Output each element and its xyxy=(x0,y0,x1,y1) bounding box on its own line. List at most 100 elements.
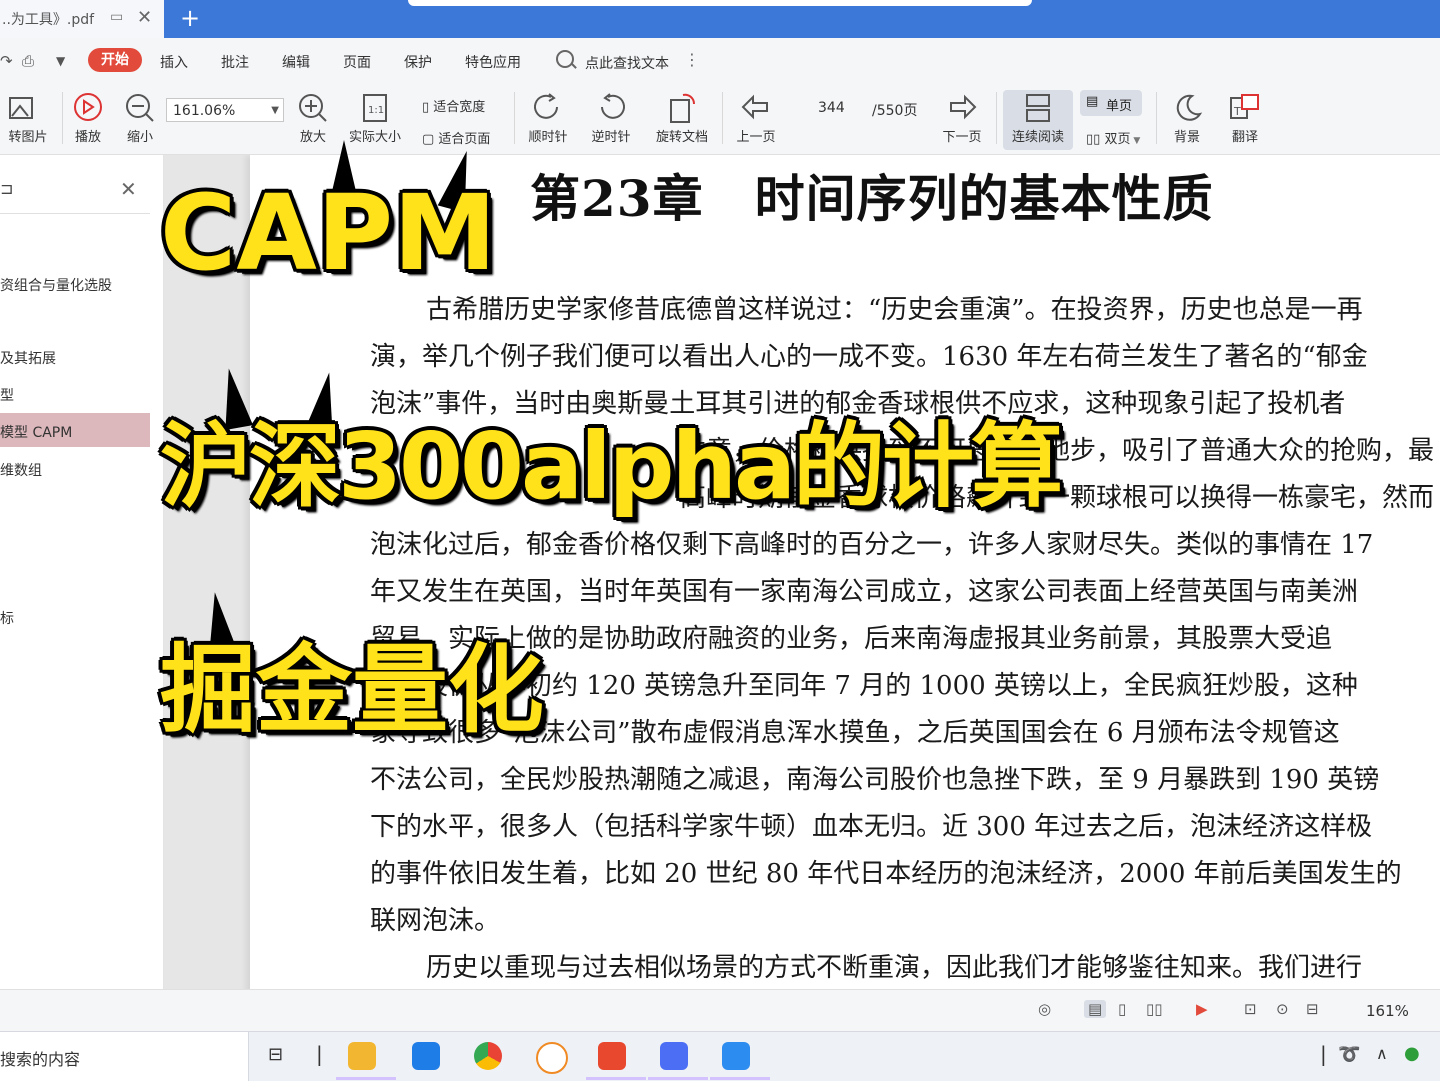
double-mode-icon[interactable]: ▯▯ xyxy=(1146,1000,1163,1018)
overlay-title-alpha: 沪深300alpha的计算 xyxy=(160,413,1063,520)
wps-icon[interactable] xyxy=(660,1042,688,1070)
fit-width-icon[interactable]: ⊟ xyxy=(1306,1000,1319,1018)
actual-size-icon[interactable]: ⊡ xyxy=(1244,1000,1257,1018)
file-explorer-icon[interactable] xyxy=(348,1042,376,1070)
zoom-out-label: 缩小 xyxy=(126,130,153,145)
chevron-down-icon: ▼ xyxy=(271,105,279,116)
translate-button[interactable]: T 翻译 xyxy=(1222,92,1268,145)
pad-icon[interactable]: ▭ xyxy=(110,9,123,25)
outline-sidebar: ⊐ ✕ 资组合与量化选股 及其拓展 型 模型 CAPM 维数组 标 xyxy=(0,155,164,989)
moon-icon xyxy=(1176,94,1203,121)
menu-annotate[interactable]: 批注 xyxy=(221,52,249,72)
more-icon[interactable]: ⋮ xyxy=(684,50,700,69)
paragraph-line: 演，举几个例子我们便可以看出人心的一成不变。1630 年左右荷兰发生了著名的“郁… xyxy=(370,342,1368,372)
redo-icon[interactable]: ↷ xyxy=(0,52,13,70)
outline-item-active[interactable]: 模型 CAPM xyxy=(0,422,72,442)
taskbar-search-placeholder: 搜索的内容 xyxy=(0,1050,81,1069)
prev-page-label: 上一页 xyxy=(736,130,776,145)
taskbar-search[interactable]: 搜索的内容 xyxy=(0,1032,249,1081)
single-mode-icon[interactable]: ▯ xyxy=(1118,1000,1126,1018)
continuous-mode-icon[interactable]: ▤ xyxy=(1084,1000,1107,1018)
overlay-title-capm: CAPM xyxy=(160,172,497,294)
fit-page-icon: ▢ xyxy=(422,132,439,147)
rotate-counterclockwise-icon xyxy=(601,93,625,119)
menu-features[interactable]: 特色应用 xyxy=(465,52,521,72)
paragraph-line: 下的水平，很多人（包括科学家牛顿）血本无归。近 300 年过去之后，泡沫经济这样… xyxy=(370,812,1373,842)
prev-page-button[interactable]: 上一页 xyxy=(730,92,782,145)
svg-text:1:1: 1:1 xyxy=(368,105,384,116)
double-page-button[interactable]: ▯▯ 双页 ▼ xyxy=(1086,128,1140,147)
paragraph-line: 的事件依旧发生着，比如 20 世纪 80 年代日本经历的泡沫经济，2000 年前… xyxy=(370,859,1402,889)
actual-size-button[interactable]: 1:1 实际大小 xyxy=(342,92,408,145)
save-icon[interactable]: ⎙ xyxy=(22,52,34,70)
outline-item[interactable]: 维数组 xyxy=(0,460,42,480)
menu-start[interactable]: 开始 xyxy=(88,48,142,72)
chevron-up-icon[interactable]: ∧ xyxy=(1376,1044,1388,1063)
play-icon[interactable]: ▶ xyxy=(1196,1000,1208,1018)
menu-bar: ↷ ⎙ ▼ 开始 插入 批注 编辑 页面 保护 特色应用 点此查找文本 ⋮ xyxy=(0,38,1440,82)
continuous-read-button[interactable]: 连续阅读 xyxy=(1003,90,1073,150)
paragraph-line: 联网泡沫。 xyxy=(370,906,501,936)
paragraph-line: 不法公司，全民炒股热潮随之减退，南海公司股价也急挫下跌，至 9 月暴跌到 190… xyxy=(370,765,1380,795)
divider xyxy=(722,92,723,144)
fit-width-button[interactable]: ▯ 适合宽度 xyxy=(422,96,485,115)
new-tab-button[interactable]: + xyxy=(180,4,200,32)
fit-page-button[interactable]: ▢ 适合页面 xyxy=(422,128,490,147)
zoom-out-button[interactable]: 缩小 xyxy=(120,92,160,145)
zoom-select[interactable]: 161.06% ▼ xyxy=(166,98,284,122)
eye-protection-icon[interactable]: ◎ xyxy=(1038,1000,1051,1018)
app-red-icon[interactable] xyxy=(598,1042,626,1070)
zoom-in-button[interactable]: 放大 xyxy=(293,92,333,145)
divider xyxy=(62,92,63,144)
document-tab-title: ..为工具》.pdf xyxy=(2,12,95,28)
arrow-left-icon xyxy=(741,94,768,120)
menu-protect[interactable]: 保护 xyxy=(404,52,432,72)
play-button[interactable]: 播放 xyxy=(68,92,108,145)
image-icon xyxy=(9,97,33,119)
video-app-icon[interactable] xyxy=(722,1042,750,1070)
single-page-button[interactable]: ▤ 单页 xyxy=(1080,90,1142,116)
to-image-button[interactable]: 转图片 xyxy=(0,92,56,145)
close-icon[interactable]: ✕ xyxy=(120,177,137,201)
document-tab[interactable]: ..为工具》.pdf ▭ ✕ xyxy=(0,0,164,38)
find-text-input[interactable]: 点此查找文本 xyxy=(585,53,669,73)
status-zoom[interactable]: 161% xyxy=(1366,1002,1409,1020)
menu-page[interactable]: 页面 xyxy=(343,52,371,72)
double-page-icon: ▯▯ xyxy=(1086,132,1105,147)
dropdown-icon[interactable]: ▼ xyxy=(56,54,65,68)
double-page-label: 双页 xyxy=(1104,132,1131,147)
outline-item[interactable]: 资组合与量化选股 xyxy=(0,275,112,295)
rotate-cw-button[interactable]: 顺时针 xyxy=(522,92,574,145)
tray-app-icon[interactable]: ➰ xyxy=(1338,1044,1360,1065)
background-button[interactable]: 背景 xyxy=(1164,92,1210,145)
top-search-bar[interactable] xyxy=(408,0,1032,6)
page-total: /550页 xyxy=(872,103,918,119)
tray-green-icon[interactable]: ● xyxy=(1404,1043,1420,1064)
chrome-icon[interactable] xyxy=(474,1042,502,1070)
single-page-label: 单页 xyxy=(1106,99,1133,114)
rotate-ccw-button[interactable]: 逆时针 xyxy=(585,92,637,145)
close-tab-icon[interactable]: ✕ xyxy=(137,7,152,28)
actual-size-icon: 1:1 xyxy=(363,94,387,122)
rotate-doc-button[interactable]: 旋转文档 xyxy=(650,92,714,145)
rotate-doc-label: 旋转文档 xyxy=(655,130,708,145)
app-blue-icon[interactable] xyxy=(412,1042,440,1070)
background-label: 背景 xyxy=(1173,130,1200,145)
translate-icon: T xyxy=(1230,94,1259,119)
task-view-icon[interactable]: ⊟ xyxy=(268,1044,283,1065)
arrow-right-icon xyxy=(950,94,977,120)
rotate-document-icon xyxy=(670,93,696,123)
fit-page-icon[interactable]: ⊙ xyxy=(1276,1000,1289,1018)
outline-item[interactable]: 标 xyxy=(0,608,14,628)
menu-insert[interactable]: 插入 xyxy=(160,52,188,72)
search-icon[interactable] xyxy=(556,50,574,68)
translate-label: 翻译 xyxy=(1231,130,1258,145)
outline-item[interactable]: 及其拓展 xyxy=(0,348,56,368)
page-number-input[interactable]: 344 xyxy=(818,100,845,116)
outline-item[interactable]: 型 xyxy=(0,385,14,405)
next-page-button[interactable]: 下一页 xyxy=(936,92,988,145)
overlay-title-juejin: 掘金量化 xyxy=(160,634,544,746)
menu-edit[interactable]: 编辑 xyxy=(282,52,310,72)
app-orange-ring-icon[interactable] xyxy=(536,1042,568,1074)
rotate-clockwise-icon xyxy=(534,93,558,119)
